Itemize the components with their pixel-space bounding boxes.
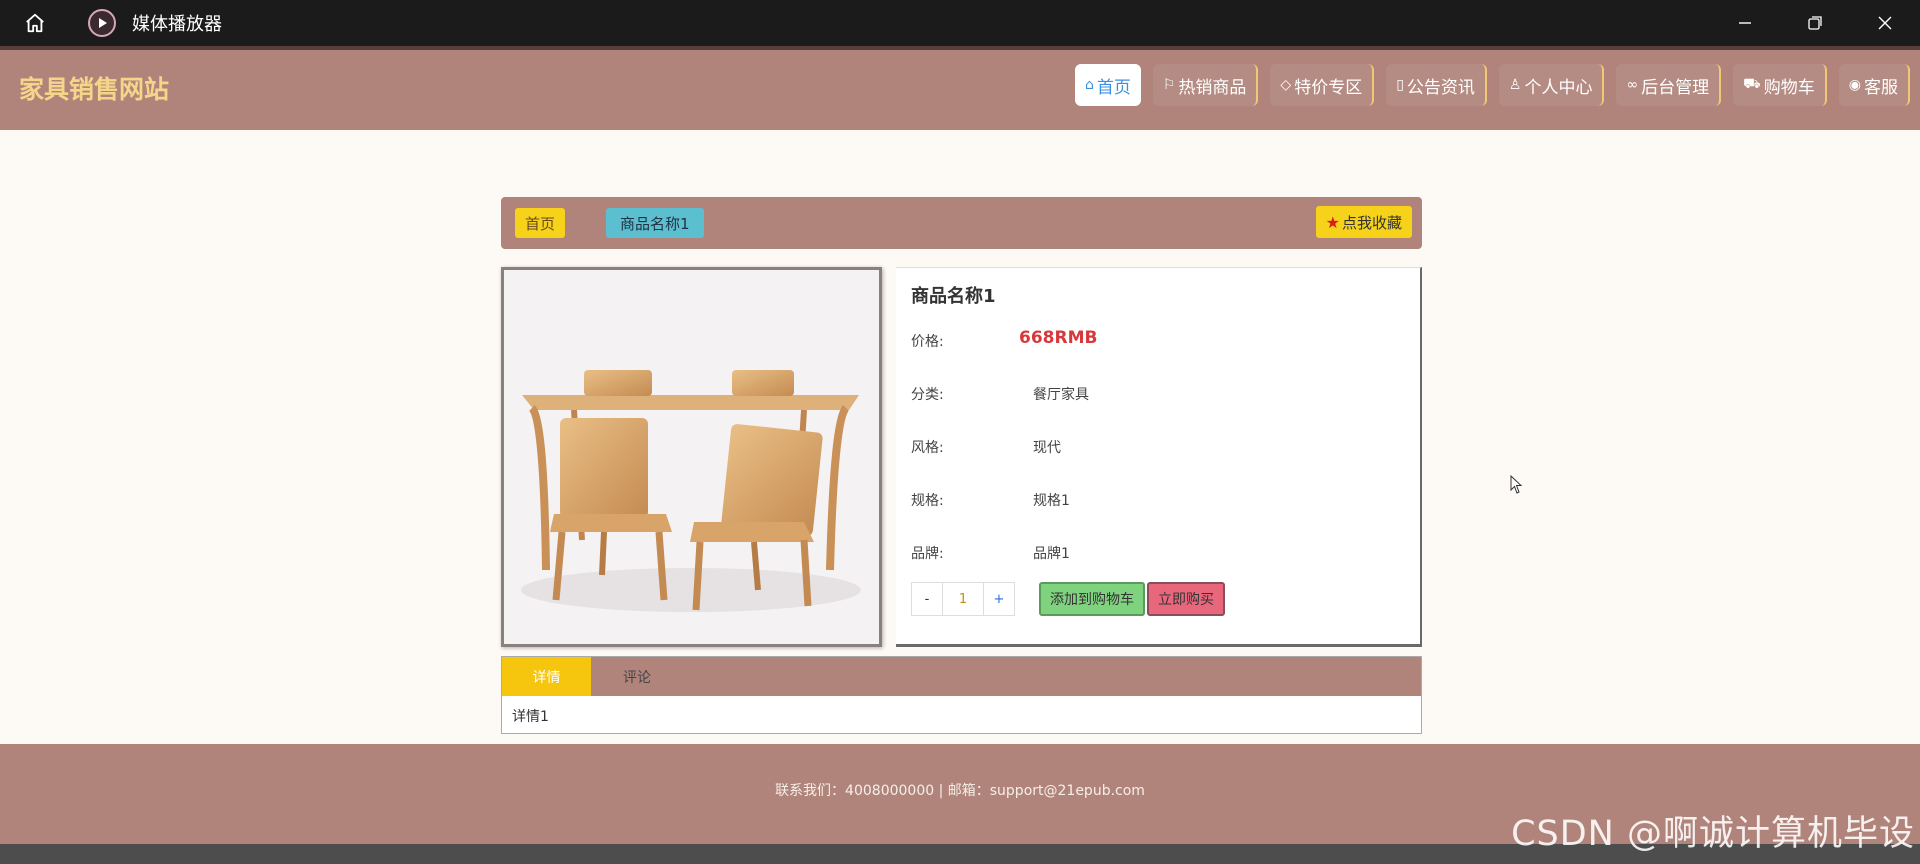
breadcrumb: 首页 商品名称1 ★ 点我收藏: [501, 197, 1422, 249]
breadcrumb-current[interactable]: 商品名称1: [606, 208, 704, 238]
close-button[interactable]: [1850, 0, 1920, 46]
brand-label: 品牌:: [911, 546, 944, 562]
nav-item-admin[interactable]: ∞ 后台管理: [1616, 64, 1722, 106]
nav-item-hot-products[interactable]: ⚐ 热销商品: [1152, 64, 1259, 106]
close-icon: [1878, 16, 1892, 30]
link-icon: ∞: [1626, 77, 1639, 93]
flag-icon: ⚐: [1162, 77, 1176, 93]
product-category: 餐厅家具: [1033, 387, 1089, 403]
nav-label: 热销商品: [1178, 77, 1247, 98]
product-tabs: 详情 评论 详情1: [501, 656, 1422, 734]
product-style: 现代: [1033, 440, 1061, 456]
nav-label: 购物车: [1763, 77, 1815, 98]
tab-details[interactable]: 详情: [502, 657, 591, 696]
chat-icon: ◉: [1848, 77, 1861, 93]
product-brand: 品牌1: [1033, 546, 1070, 562]
nav-item-user-center[interactable]: ♙ 个人中心: [1498, 64, 1605, 106]
spec-label: 规格:: [911, 493, 944, 509]
category-label: 分类:: [911, 387, 944, 403]
tab-comments[interactable]: 评论: [591, 657, 683, 696]
tabs-header: 详情 评论: [502, 657, 1421, 696]
window-title: 媒体播放器: [132, 14, 222, 35]
home-button[interactable]: [0, 0, 70, 46]
nav-label: 特价专区: [1294, 77, 1363, 98]
home-icon: [26, 13, 44, 33]
product-spec: 规格1: [1033, 493, 1070, 509]
style-label: 风格:: [911, 440, 944, 456]
tab-content: 详情1: [512, 709, 549, 725]
nav-label: 个人中心: [1524, 77, 1593, 98]
product-name: 商品名称1: [911, 286, 996, 307]
media-player-logo-icon: [88, 9, 116, 37]
product-price: 668RMB: [1019, 328, 1098, 348]
document-icon: ▯: [1396, 77, 1404, 93]
price-label: 价格:: [911, 334, 944, 350]
site-brand[interactable]: 家具销售网站: [19, 70, 169, 106]
minimize-button[interactable]: [1710, 0, 1780, 46]
quantity-input[interactable]: 1: [943, 582, 983, 616]
window-titlebar: 媒体播放器: [0, 0, 1920, 46]
buy-now-button[interactable]: 立即购买: [1147, 582, 1225, 616]
mouse-cursor-icon: [1510, 475, 1523, 494]
favorite-label: 点我收藏: [1341, 213, 1402, 232]
cart-icon: ⛟: [1743, 76, 1761, 92]
quantity-stepper: - 1 +: [911, 582, 1015, 616]
restore-button[interactable]: [1780, 0, 1850, 46]
star-icon: ★: [1325, 212, 1340, 232]
nav-item-news[interactable]: ▯ 公告资讯: [1386, 64, 1487, 106]
nav-label: 首页: [1096, 77, 1131, 98]
add-to-cart-button[interactable]: 添加到购物车: [1039, 582, 1145, 616]
nav-item-support[interactable]: ◉ 客服: [1838, 64, 1910, 106]
nav-label: 公告资讯: [1406, 77, 1475, 98]
product-image: [501, 267, 882, 647]
footer-contact: 联系我们：4008000000 | 邮箱：support@21epub.com: [775, 783, 1145, 799]
watermark: CSDN @啊诚计算机毕设: [1511, 814, 1915, 854]
tag-icon: ◇: [1280, 77, 1292, 93]
nav-item-special-offers[interactable]: ◇ 特价专区: [1270, 64, 1375, 106]
site-header: 家具销售网站 ⌂ 首页 ⚐ 热销商品 ◇ 特价专区 ▯ 公告资讯 ♙ 个人中心 ∞ 后台管理…: [0, 50, 1920, 130]
quantity-decrease-button[interactable]: -: [911, 582, 943, 616]
home-icon: ⌂: [1084, 77, 1094, 93]
breadcrumb-home[interactable]: 首页: [515, 208, 566, 238]
minimize-icon: [1739, 22, 1751, 24]
main-nav: ⌂ 首页 ⚐ 热销商品 ◇ 特价专区 ▯ 公告资讯 ♙ 个人中心 ∞ 后台管理 ⛟ 购物车 ◉…: [1074, 64, 1910, 106]
user-icon: ♙: [1508, 77, 1522, 93]
product-info-panel: 商品名称1 价格: 668RMB 分类: 餐厅家具 风格: 现代 规格: 规格1…: [896, 267, 1422, 647]
nav-label: 客服: [1864, 77, 1898, 98]
nav-label: 后台管理: [1641, 77, 1710, 98]
restore-icon: [1808, 16, 1822, 30]
favorite-button[interactable]: ★ 点我收藏: [1315, 206, 1412, 238]
nav-item-cart[interactable]: ⛟ 购物车: [1733, 64, 1827, 106]
nav-item-home[interactable]: ⌂ 首页: [1074, 64, 1141, 106]
quantity-increase-button[interactable]: +: [983, 582, 1015, 616]
